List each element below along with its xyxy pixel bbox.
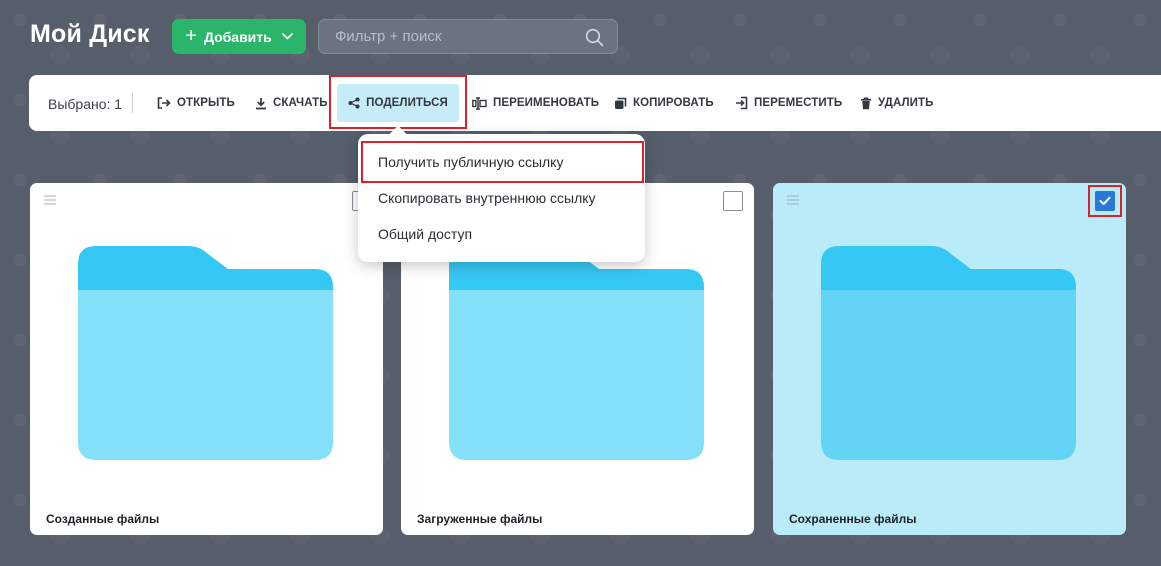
plus-icon: + xyxy=(185,24,197,47)
share-icon xyxy=(348,97,360,109)
open-button[interactable]: ОТКРЫТЬ xyxy=(157,75,235,131)
share-label: ПОДЕЛИТЬСЯ xyxy=(366,97,448,109)
menu-item-public-link[interactable]: Получить публичную ссылку xyxy=(358,145,645,179)
download-label: СКАЧАТЬ xyxy=(273,97,328,109)
folder-name: Загруженные файлы xyxy=(417,512,543,526)
download-button[interactable]: СКАЧАТЬ xyxy=(255,75,328,131)
move-label: ПЕРЕМЕСТИТЬ xyxy=(754,97,843,109)
copy-button[interactable]: КОПИРОВАТЬ xyxy=(614,75,714,131)
delete-label: УДАЛИТЬ xyxy=(878,97,934,109)
checkmark-icon xyxy=(1099,196,1111,205)
download-icon xyxy=(256,97,266,109)
drag-handle-icon[interactable] xyxy=(787,195,799,205)
open-label: ОТКРЫТЬ xyxy=(177,97,235,109)
search-input[interactable] xyxy=(319,20,617,53)
open-icon xyxy=(157,97,171,109)
folder-card-selected[interactable]: Сохраненные файлы xyxy=(773,183,1126,535)
toolbar-divider xyxy=(132,93,133,113)
selected-count: Выбрано: 1 xyxy=(48,96,123,112)
search-icon[interactable] xyxy=(585,28,604,47)
share-button[interactable]: ПОДЕЛИТЬСЯ xyxy=(337,84,459,122)
rename-label: ПЕРЕИМЕНОВАТЬ xyxy=(493,97,600,109)
folder-name: Созданные файлы xyxy=(46,512,160,526)
folder-icon xyxy=(78,246,333,460)
copy-label: КОПИРОВАТЬ xyxy=(633,97,714,109)
move-icon xyxy=(736,96,748,110)
folder-icon xyxy=(821,246,1076,460)
trash-icon xyxy=(861,97,871,109)
rename-icon xyxy=(472,96,487,110)
rename-button[interactable]: ПЕРЕИМЕНОВАТЬ xyxy=(472,75,599,131)
folder-icon xyxy=(449,246,704,460)
folder-checkbox[interactable] xyxy=(723,191,743,211)
drag-handle-icon[interactable] xyxy=(44,195,56,205)
add-button[interactable]: + Добавить xyxy=(172,19,306,54)
page-title: Мой Диск xyxy=(30,20,150,48)
folder-card[interactable]: Созданные файлы xyxy=(30,183,383,535)
share-dropdown-menu: Получить публичную ссылку Скопировать вн… xyxy=(358,125,645,262)
menu-item-internal-link[interactable]: Скопировать внутреннюю ссылку xyxy=(358,181,645,215)
search-box xyxy=(318,19,618,54)
action-toolbar: Выбрано: 1 ОТКРЫТЬ СКАЧАТЬ ПОДЕЛИТЬСЯ ПЕ… xyxy=(29,75,1161,131)
move-button[interactable]: ПЕРЕМЕСТИТЬ xyxy=(735,75,842,131)
delete-button[interactable]: УДАЛИТЬ xyxy=(860,75,934,131)
copy-icon xyxy=(615,97,627,109)
chevron-down-icon xyxy=(281,33,293,40)
folder-checkbox-checked[interactable] xyxy=(1095,191,1115,211)
add-button-label: Добавить xyxy=(203,28,272,45)
menu-item-shared-access[interactable]: Общий доступ xyxy=(358,217,645,251)
folder-name: Сохраненные файлы xyxy=(789,512,917,526)
